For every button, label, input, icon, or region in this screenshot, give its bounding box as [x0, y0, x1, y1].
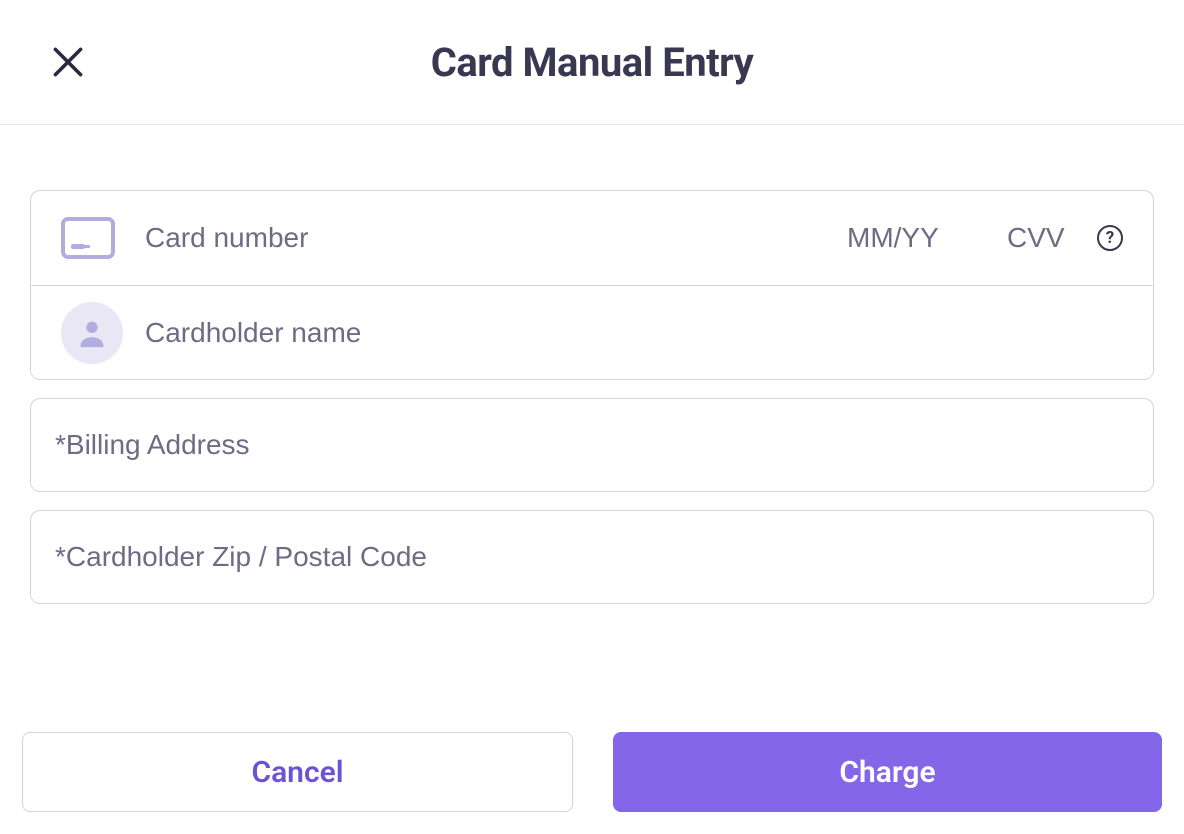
card-number-input[interactable]: [145, 222, 847, 254]
card-block: ?: [30, 190, 1154, 380]
header: Card Manual Entry: [0, 0, 1184, 125]
card-cvv-input[interactable]: [1007, 222, 1087, 254]
zip-input[interactable]: [55, 541, 1129, 573]
cardholder-name-input[interactable]: [145, 317, 1123, 349]
billing-address-field: [30, 398, 1154, 492]
zip-field: [30, 510, 1154, 604]
charge-button[interactable]: Charge: [613, 732, 1162, 812]
billing-address-input[interactable]: [55, 429, 1129, 461]
cardholder-row: [31, 285, 1153, 379]
person-icon: [61, 302, 123, 364]
cvv-help-icon[interactable]: ?: [1097, 225, 1123, 251]
cancel-button[interactable]: Cancel: [22, 732, 573, 812]
card-expiry-input[interactable]: [847, 222, 967, 254]
card-number-row: ?: [31, 191, 1153, 285]
page-title: Card Manual Entry: [431, 39, 754, 86]
form-content: ?: [0, 125, 1184, 604]
close-icon: [50, 44, 86, 80]
close-button[interactable]: [48, 42, 88, 82]
footer: Cancel Charge: [0, 732, 1184, 812]
card-icon: [61, 217, 115, 259]
